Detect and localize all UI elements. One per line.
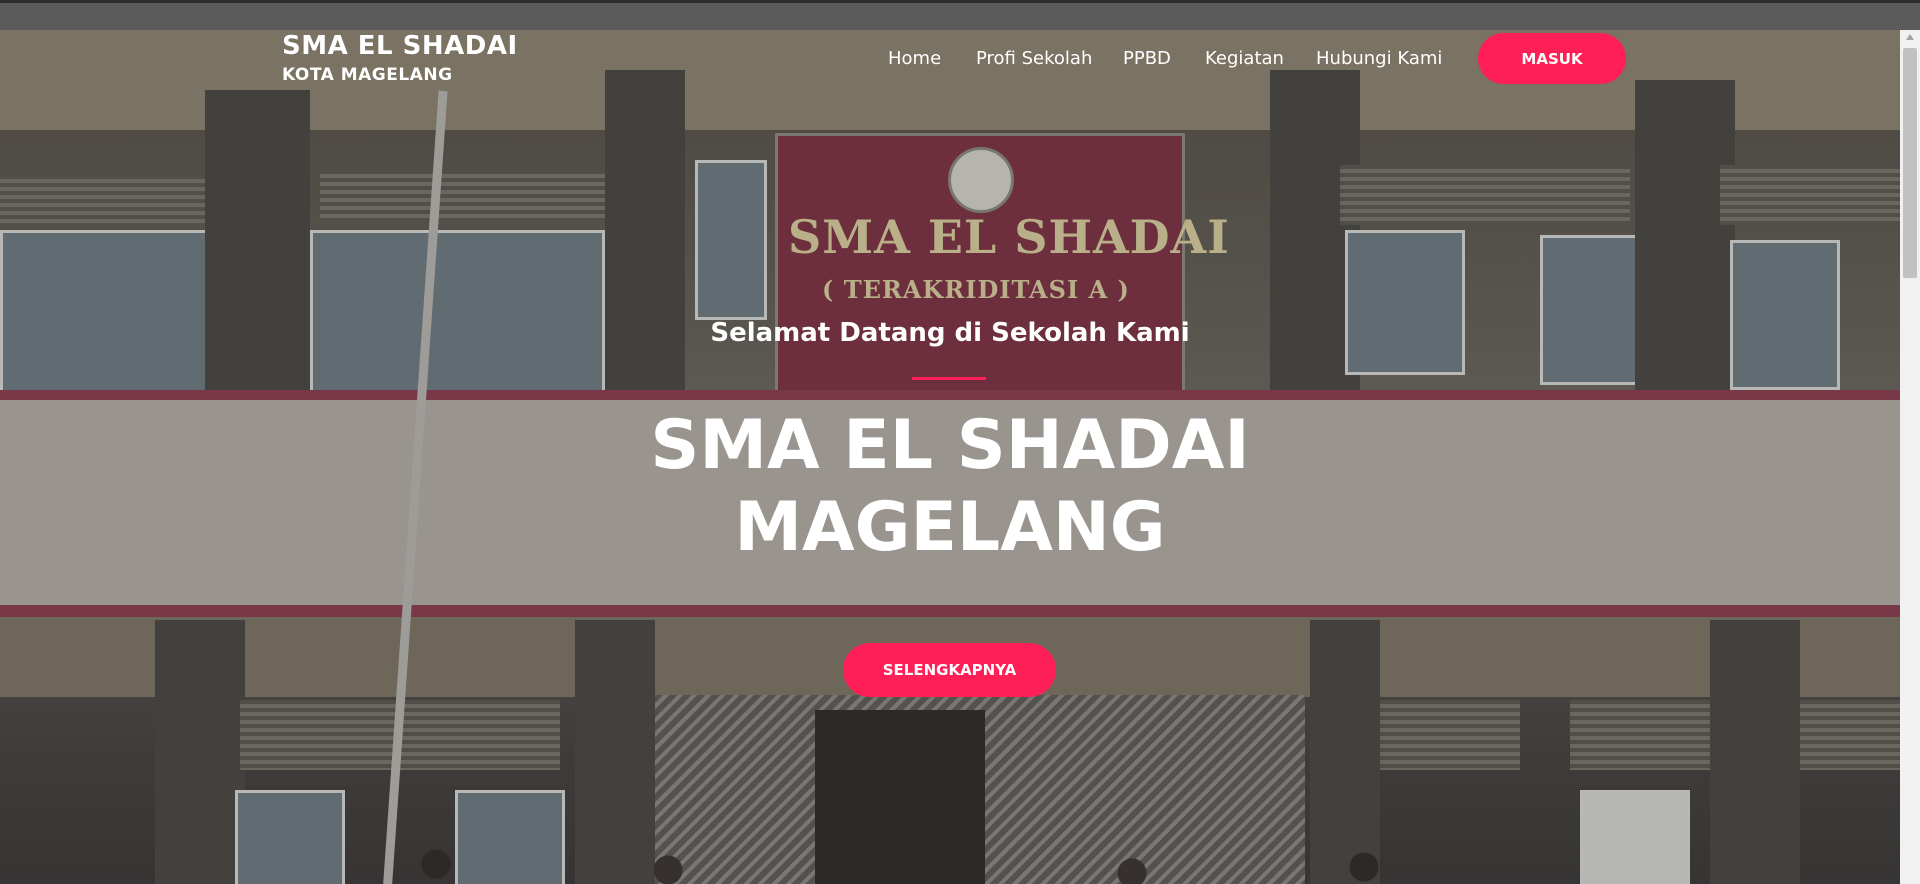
browser-top-strip [0,0,1920,30]
scroll-up-arrow-icon[interactable] [1906,34,1914,40]
nav-home[interactable]: Home [888,48,941,69]
nav-hubungi-kami[interactable]: Hubungi Kami [1316,48,1442,69]
hero-title-line1: SMA EL SHADAI [650,406,1250,485]
hero-subtitle: Selamat Datang di Sekolah Kami [710,318,1190,348]
hero-divider [912,377,986,380]
brand[interactable]: SMA EL SHADAI KOTA MAGELANG [282,31,518,85]
brand-subtitle: KOTA MAGELANG [282,65,453,85]
read-more-button[interactable]: SELENGKAPNYA [843,643,1056,697]
login-button[interactable]: MASUK [1478,33,1626,84]
page-scrollbar[interactable] [1900,30,1920,884]
nav-profil-sekolah[interactable]: Profi Sekolah [976,48,1092,69]
hero-title-line2: MAGELANG [734,488,1166,567]
scrollbar-thumb[interactable] [1903,48,1917,278]
hero-section: SMA EL SHADAI ( TERAKRIDITASI A ) SMA EL… [0,30,1900,884]
nav-ppbd[interactable]: PPBD [1123,48,1171,69]
nav-kegiatan[interactable]: Kegiatan [1205,48,1284,69]
brand-title: SMA EL SHADAI [282,31,518,61]
hero-title: SMA EL SHADAI MAGELANG [0,405,1900,569]
